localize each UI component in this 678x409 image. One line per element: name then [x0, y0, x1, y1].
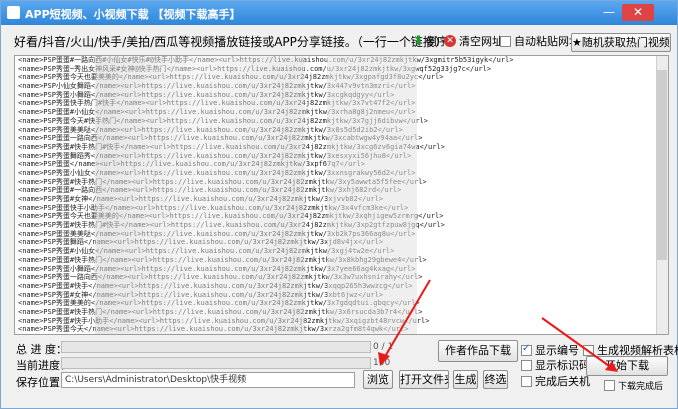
app-icon — [7, 6, 20, 19]
total-progress-value: 0 / 1 — [373, 342, 394, 352]
close-button[interactable]: ✕ — [622, 4, 654, 21]
extra-label: 下载完成后 — [618, 382, 664, 392]
generate-button[interactable]: 生成 — [453, 370, 478, 389]
blurred-region — [327, 56, 417, 334]
scrollbar-thumb[interactable] — [657, 70, 667, 260]
auto-close-option[interactable]: 完成后关机 — [521, 373, 590, 389]
auto-paste-checkbox[interactable]: 自动粘贴网址 — [500, 32, 580, 50]
show-number-label: 显示编号 — [535, 344, 579, 357]
current-progress-value: 100 — [373, 358, 391, 368]
link-input-hint: 好看/抖音/火山/快手/美拍/西瓜等视频播放链接或APP分享链接。（一行一个链接… — [14, 35, 447, 49]
random-hot-videos-button[interactable]: ★随机获取热门视频★ — [571, 33, 671, 52]
app-window: APP短视频、小视频下载 【视频下载高手】 — ✕ 好看/抖音/火山/快手/美拍… — [0, 0, 678, 409]
auto-paste-box[interactable] — [500, 35, 511, 47]
total-progress-label: 总 进 度： — [16, 343, 67, 356]
auto-close-checkbox[interactable] — [521, 375, 532, 387]
clear-urls-button[interactable]: ✕ 清空网址 — [444, 32, 503, 50]
import-button[interactable]: ⬇ 倒序 — [413, 32, 448, 50]
save-path-input[interactable]: C:\Users\Administrator\Desktop\快手视频 — [61, 372, 355, 388]
start-download-button[interactable]: 开始下载 — [586, 356, 668, 376]
minimize-button[interactable]: — — [597, 4, 621, 21]
auto-close-label: 完成后关机 — [535, 375, 590, 388]
show-tag-checkbox[interactable] — [521, 359, 532, 371]
browse-button[interactable]: 浏览 — [363, 370, 393, 389]
current-progress-bar — [61, 357, 371, 369]
extra-checkbox[interactable] — [604, 380, 615, 391]
stop-icon: ✕ — [444, 35, 456, 47]
down-arrow-icon: ⬇ — [413, 33, 424, 49]
window-title: APP短视频、小视频下载 【视频下载高手】 — [25, 8, 241, 21]
select-button[interactable]: 终选 — [483, 370, 508, 389]
extra-option[interactable]: 下载完成后 — [604, 379, 663, 392]
show-number-option[interactable]: 显示编号 — [521, 342, 579, 358]
show-tag-label: 显示标识码 — [535, 359, 590, 372]
clear-urls-label: 清空网址 — [459, 35, 503, 48]
link-textarea[interactable]: <name>PSP蛋蛋#一路向西#小仙女#快乐#@快手小助手</name><ur… — [14, 55, 669, 335]
author-download-button[interactable]: 作者作品下载 — [438, 340, 518, 362]
blurred-region — [95, 56, 305, 334]
generate-table-checkbox[interactable] — [583, 344, 594, 356]
show-number-checkbox[interactable] — [521, 343, 532, 356]
vertical-scrollbar[interactable] — [656, 56, 668, 334]
total-progress-bar — [61, 341, 371, 353]
title-bar: APP短视频、小视频下载 【视频下载高手】 — ✕ — [1, 1, 677, 25]
show-tag-option[interactable]: 显示标识码 — [521, 357, 590, 373]
open-folder-button[interactable]: 打开文件夹 — [399, 370, 449, 389]
link-line: <name>PSP蛋蛋#小仙女</name><url>https://live.… — [15, 334, 668, 335]
